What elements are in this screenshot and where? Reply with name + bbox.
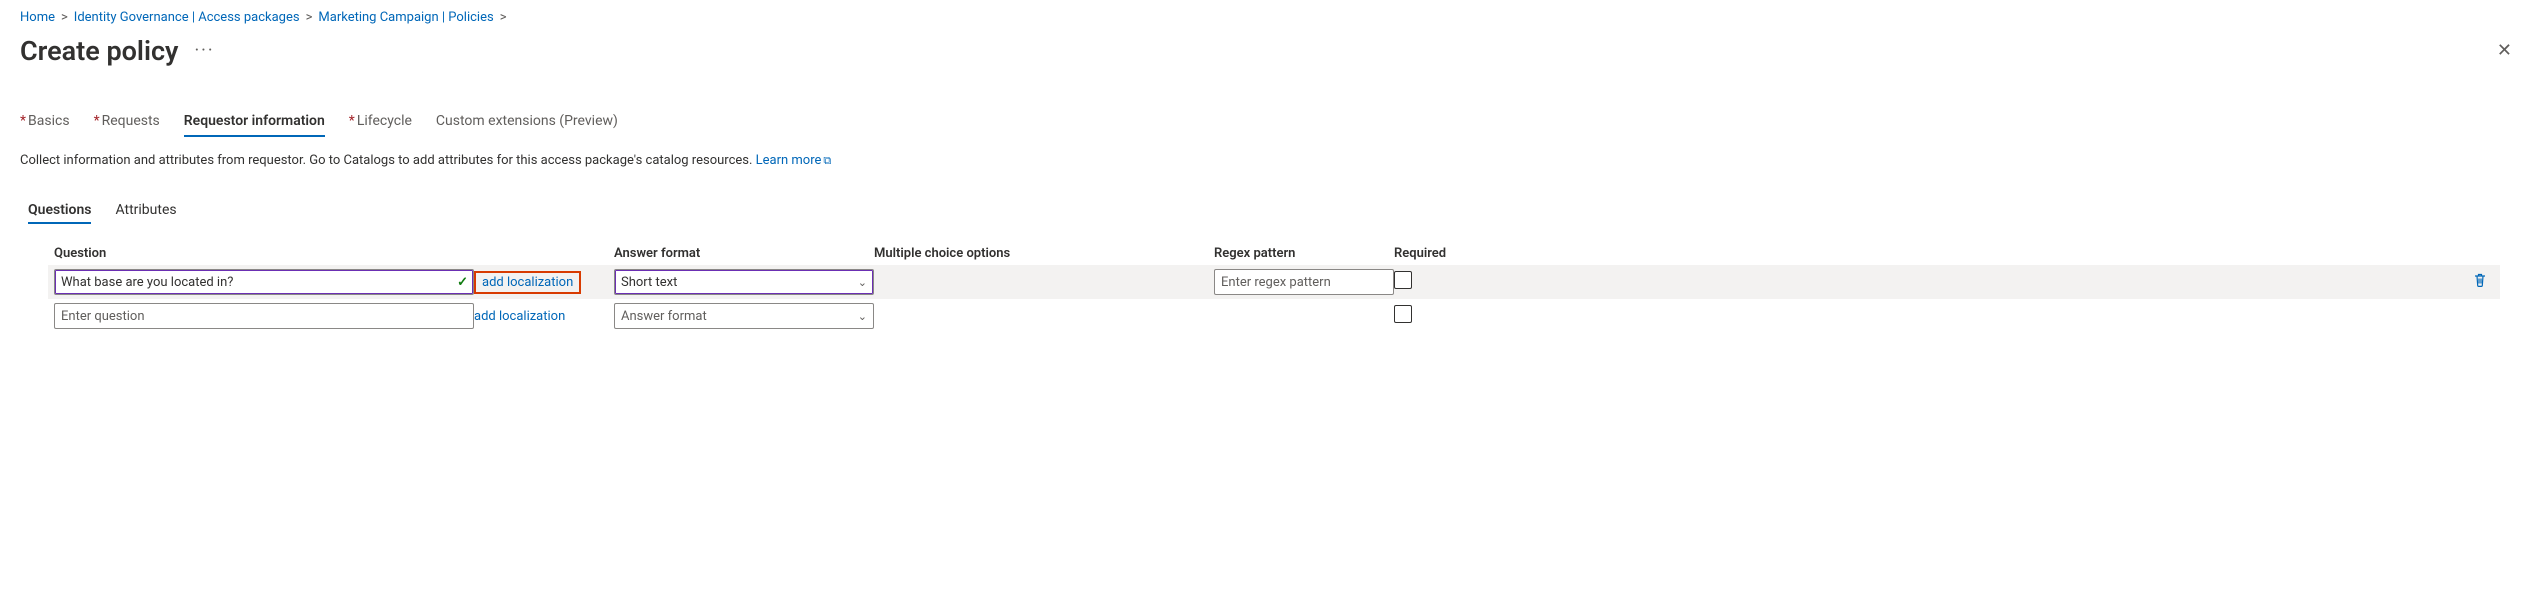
breadcrumb-home[interactable]: Home: [20, 10, 55, 25]
col-answer-format: Answer format: [614, 246, 874, 261]
more-actions-icon[interactable]: ···: [194, 40, 214, 61]
tab-lifecycle[interactable]: Lifecycle: [349, 113, 412, 137]
table-row: add localization Answer format ⌄: [48, 299, 2500, 333]
table-row: ✓ add localization Short text ⌄: [48, 265, 2500, 299]
tab-description-text: Collect information and attributes from …: [20, 153, 756, 168]
chevron-right-icon: >: [61, 10, 68, 25]
add-localization-link[interactable]: add localization: [474, 309, 565, 324]
checkmark-icon: ✓: [457, 275, 468, 290]
tab-description: Collect information and attributes from …: [20, 153, 2528, 168]
chevron-right-icon: >: [306, 10, 313, 25]
subtab-questions[interactable]: Questions: [28, 202, 91, 224]
chevron-down-icon: ⌄: [858, 276, 867, 289]
question-input[interactable]: [54, 269, 474, 295]
breadcrumb-identity-governance[interactable]: Identity Governance | Access packages: [74, 10, 300, 25]
regex-input[interactable]: [1214, 269, 1394, 295]
table-header: Question Answer format Multiple choice o…: [48, 242, 2500, 265]
answer-format-value: Short text: [621, 275, 677, 290]
required-checkbox[interactable]: [1394, 271, 1412, 289]
wizard-tabs: Basics Requests Requestor information Li…: [20, 113, 2528, 137]
close-icon[interactable]: ✕: [2491, 34, 2518, 67]
learn-more-link[interactable]: Learn more: [756, 153, 822, 168]
page-title: Create policy: [20, 35, 178, 67]
col-multiple-choice: Multiple choice options: [874, 246, 1214, 261]
chevron-right-icon: >: [500, 10, 507, 25]
add-localization-link[interactable]: add localization: [482, 275, 573, 290]
answer-format-select[interactable]: Answer format ⌄: [614, 303, 874, 329]
breadcrumb-marketing-campaign-policies[interactable]: Marketing Campaign | Policies: [318, 10, 493, 25]
col-question: Question: [54, 246, 474, 261]
required-checkbox[interactable]: [1394, 305, 1412, 323]
tab-requestor-information[interactable]: Requestor information: [184, 113, 325, 137]
tab-custom-extensions[interactable]: Custom extensions (Preview): [436, 113, 618, 137]
subtab-attributes[interactable]: Attributes: [115, 202, 176, 224]
tab-basics[interactable]: Basics: [20, 113, 70, 137]
chevron-down-icon: ⌄: [858, 310, 867, 323]
col-regex-pattern: Regex pattern: [1214, 246, 1394, 261]
col-required: Required: [1394, 246, 1594, 261]
external-link-icon: ⧉: [823, 154, 831, 167]
delete-icon[interactable]: [2472, 272, 2488, 288]
question-input[interactable]: [54, 303, 474, 329]
questions-table: Question Answer format Multiple choice o…: [48, 242, 2500, 333]
answer-format-placeholder: Answer format: [621, 309, 707, 324]
answer-format-select[interactable]: Short text ⌄: [614, 269, 874, 295]
tab-requests[interactable]: Requests: [94, 113, 160, 137]
requestor-info-subtabs: Questions Attributes: [28, 202, 2528, 224]
breadcrumb: Home > Identity Governance | Access pack…: [20, 8, 2528, 31]
